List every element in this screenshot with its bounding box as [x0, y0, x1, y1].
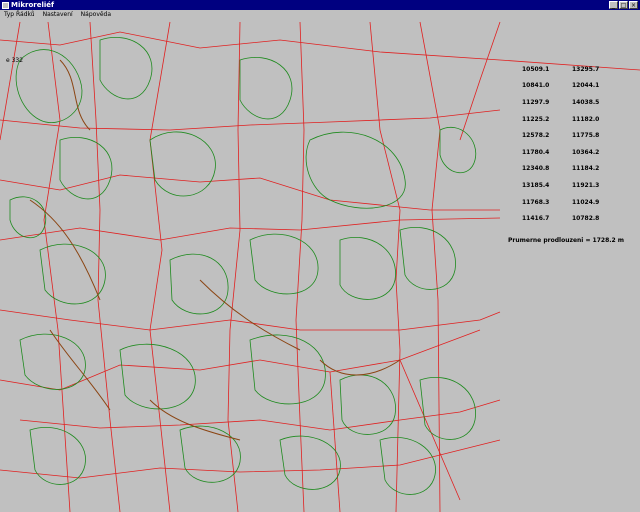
average-extension-label: Prumerne prodlouzeni = 1728.2 m — [508, 237, 625, 244]
counter-label: e 332 — [6, 57, 24, 64]
app-icon — [2, 1, 9, 9]
value-row: 10509.1 13295.7 — [522, 65, 600, 73]
value-row: 11780.4 10364.2 — [522, 148, 600, 156]
maximize-icon[interactable]: □ — [619, 1, 628, 9]
values-table: 10509.1 13295.7 10841.0 12044.1 11297.9 140… — [522, 61, 632, 227]
window-controls: _ □ × — [609, 1, 638, 9]
menu-typ-radku[interactable]: Typ Řádků — [0, 10, 39, 19]
menu-bar: Typ Řádků Nastavení Nápověda — [0, 10, 640, 19]
drawing-canvas[interactable]: e 332 10509.1 13295.7 10841.0 12044.1 1129… — [0, 19, 640, 512]
value-row: 11768.3 11024.9 — [522, 198, 600, 206]
close-icon[interactable]: × — [629, 1, 638, 9]
value-row: 11225.2 11182.0 — [522, 115, 600, 123]
value-row: 12578.2 11775.8 — [522, 132, 600, 140]
value-row: 12340.8 11184.2 — [522, 165, 600, 173]
value-row: 13185.4 11921.3 — [522, 181, 600, 189]
menu-nastaveni[interactable]: Nastavení — [39, 10, 77, 19]
window-title: Mikroreliéf — [11, 1, 55, 9]
value-row: 10841.0 12044.1 — [522, 82, 600, 90]
brown-contours — [29, 59, 401, 441]
title-bar: Mikroreliéf _ □ × — [0, 0, 640, 10]
value-row: 11297.9 14038.5 — [522, 98, 600, 106]
minimize-icon[interactable]: _ — [609, 1, 618, 9]
value-row: 11416.7 10782.8 — [522, 215, 600, 223]
menu-napoveda[interactable]: Nápověda — [77, 10, 115, 19]
